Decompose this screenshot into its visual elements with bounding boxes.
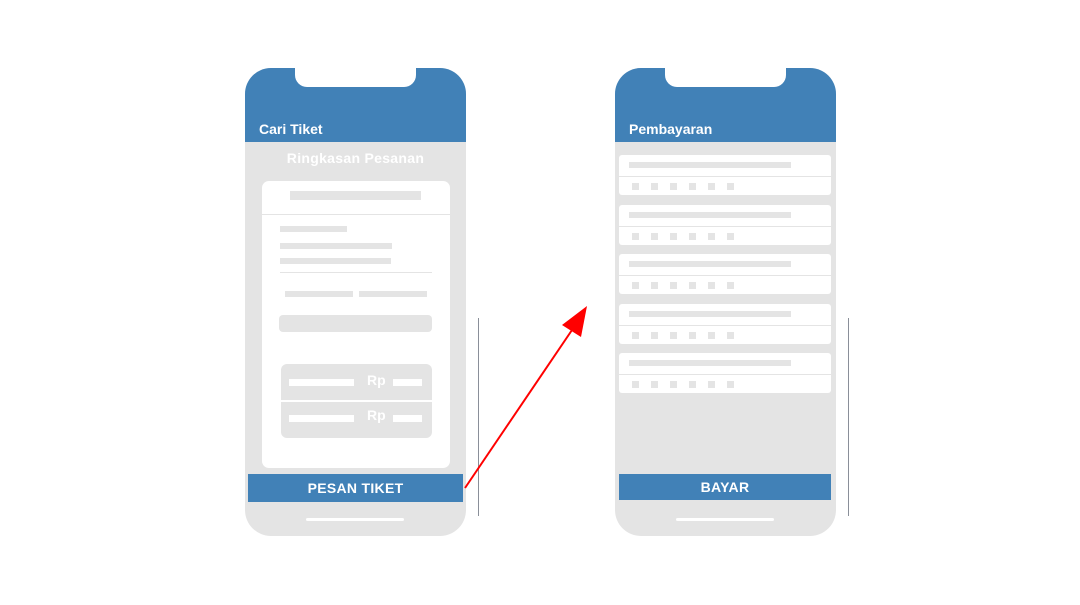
arrow-line — [464, 329, 573, 489]
flow-arrow — [464, 306, 587, 489]
arrow-head-icon — [562, 306, 587, 337]
